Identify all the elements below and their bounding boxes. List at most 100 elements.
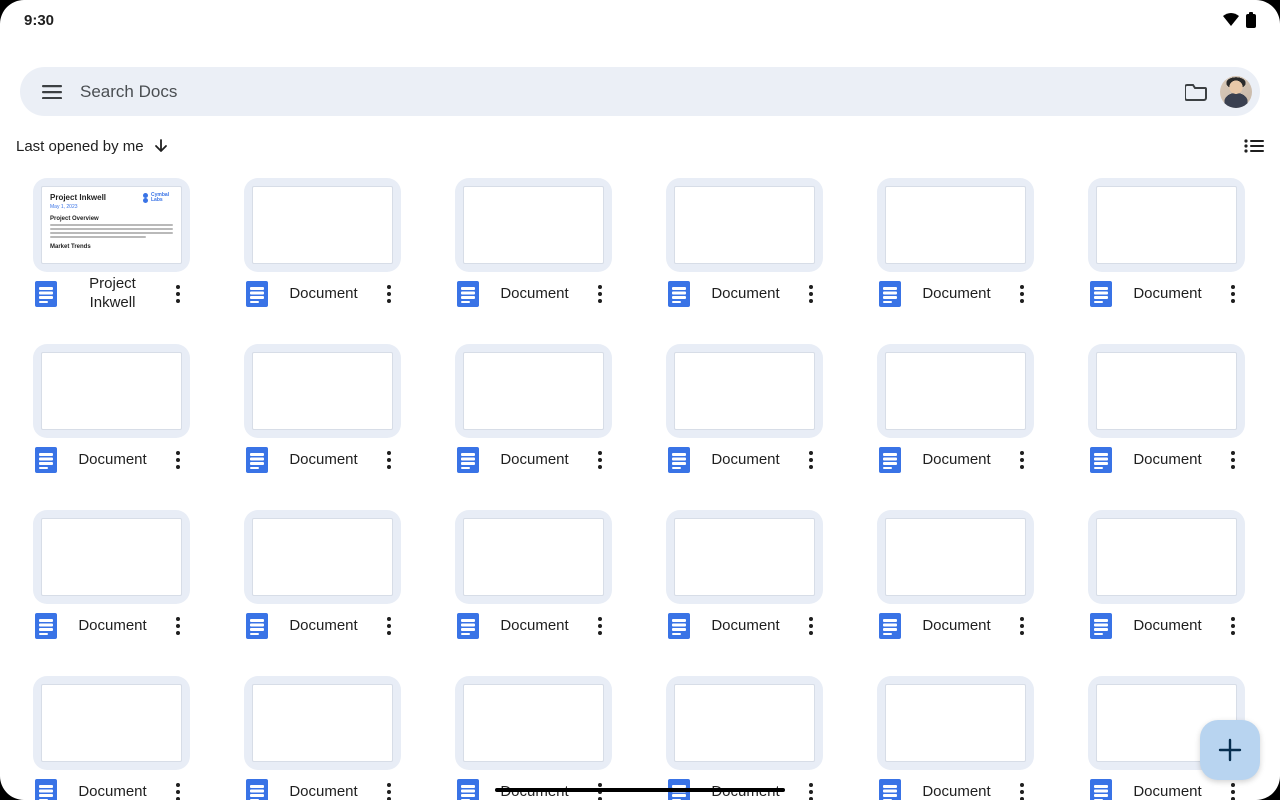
document-tile[interactable]: Document [877, 344, 1034, 480]
document-meta: Document [877, 274, 1034, 314]
more-options-button[interactable] [1012, 778, 1032, 800]
more-options-button[interactable] [590, 280, 610, 308]
more-options-button[interactable] [590, 612, 610, 640]
document-meta: Document [666, 606, 823, 646]
document-meta: Document [1088, 440, 1245, 480]
document-tile[interactable]: Document [455, 676, 612, 800]
document-page-preview [674, 684, 815, 762]
document-thumbnail [877, 344, 1034, 438]
more-options-button[interactable] [379, 446, 399, 474]
preview-section: Project Overview [50, 216, 173, 222]
document-tile[interactable]: Document [455, 344, 612, 480]
document-title: Document [278, 451, 369, 470]
more-vert-icon [1231, 790, 1235, 794]
hamburger-icon [42, 85, 62, 99]
more-options-button[interactable] [1223, 280, 1243, 308]
document-tile[interactable]: Document [244, 344, 401, 480]
more-options-button[interactable] [1012, 280, 1032, 308]
more-options-button[interactable] [379, 778, 399, 800]
document-tile[interactable]: CymbalLabsProject InkwellMay 1, 2023Proj… [33, 178, 190, 314]
home-indicator[interactable] [495, 788, 785, 792]
document-title: Document [489, 617, 580, 636]
document-page-preview [1096, 186, 1237, 264]
document-tile[interactable]: Document [33, 676, 190, 800]
document-tile[interactable]: Document [666, 510, 823, 646]
more-options-button[interactable] [801, 778, 821, 800]
document-meta: Document [877, 440, 1034, 480]
docs-file-icon [879, 281, 901, 307]
document-tile[interactable]: Document [33, 510, 190, 646]
sort-button[interactable]: Last opened by me [16, 138, 168, 155]
document-page-preview [41, 352, 182, 430]
document-grid: CymbalLabsProject InkwellMay 1, 2023Proj… [33, 178, 1247, 800]
more-options-button[interactable] [1223, 612, 1243, 640]
document-page-preview [885, 518, 1026, 596]
document-page-preview [674, 352, 815, 430]
document-page-preview [463, 518, 604, 596]
document-title: Document [911, 285, 1002, 304]
document-tile[interactable]: Document [33, 344, 190, 480]
more-options-button[interactable] [801, 612, 821, 640]
document-title: Document [1122, 451, 1213, 470]
document-title: Document [911, 783, 1002, 800]
document-tile[interactable]: Document [455, 178, 612, 314]
new-document-fab[interactable] [1200, 720, 1260, 780]
document-meta: Project Inkwell [33, 274, 190, 314]
document-tile[interactable]: Document [666, 676, 823, 800]
more-vert-icon [1020, 790, 1024, 794]
document-title: Document [278, 285, 369, 304]
document-tile[interactable]: Document [1088, 178, 1245, 314]
more-options-button[interactable] [379, 612, 399, 640]
more-options-button[interactable] [168, 778, 188, 800]
menu-button[interactable] [32, 72, 72, 112]
document-thumbnail [455, 178, 612, 272]
more-options-button[interactable] [590, 446, 610, 474]
document-tile[interactable]: Document [1088, 344, 1245, 480]
document-tile[interactable]: Document [1088, 510, 1245, 646]
document-thumbnail [666, 510, 823, 604]
document-tile[interactable]: Document [244, 676, 401, 800]
docs-file-icon [246, 447, 268, 473]
docs-file-icon [668, 447, 690, 473]
document-tile[interactable]: Document [666, 178, 823, 314]
docs-file-icon [35, 447, 57, 473]
search-input[interactable] [72, 82, 1176, 102]
document-title: Document [911, 451, 1002, 470]
document-tile[interactable]: Document [877, 178, 1034, 314]
document-meta: Document [244, 772, 401, 800]
document-thumbnail [455, 510, 612, 604]
folder-icon [1185, 83, 1207, 101]
more-options-button[interactable] [168, 446, 188, 474]
more-vert-icon [176, 624, 180, 628]
more-options-button[interactable] [1223, 446, 1243, 474]
list-view-icon [1244, 139, 1264, 153]
document-meta: Document [244, 440, 401, 480]
more-options-button[interactable] [168, 280, 188, 308]
more-options-button[interactable] [1012, 612, 1032, 640]
document-tile[interactable]: Document [244, 178, 401, 314]
docs-file-icon [879, 447, 901, 473]
list-view-button[interactable] [1244, 139, 1264, 153]
docs-file-icon [879, 779, 901, 800]
more-options-button[interactable] [1223, 778, 1243, 800]
document-thumbnail [666, 676, 823, 770]
avatar[interactable] [1220, 76, 1252, 108]
docs-file-icon [35, 613, 57, 639]
document-tile[interactable]: Document [877, 510, 1034, 646]
docs-file-icon [457, 281, 479, 307]
folder-button[interactable] [1176, 72, 1216, 112]
document-title: Project Inkwell [67, 275, 158, 313]
more-vert-icon [1231, 624, 1235, 628]
more-vert-icon [809, 790, 813, 794]
more-options-button[interactable] [379, 280, 399, 308]
more-options-button[interactable] [1012, 446, 1032, 474]
more-options-button[interactable] [168, 612, 188, 640]
document-tile[interactable]: Document [244, 510, 401, 646]
document-tile[interactable]: Document [877, 676, 1034, 800]
more-options-button[interactable] [801, 280, 821, 308]
more-options-button[interactable] [801, 446, 821, 474]
document-tile[interactable]: Document [666, 344, 823, 480]
document-tile[interactable]: Document [455, 510, 612, 646]
document-page-preview [252, 518, 393, 596]
document-page-preview [1096, 352, 1237, 430]
